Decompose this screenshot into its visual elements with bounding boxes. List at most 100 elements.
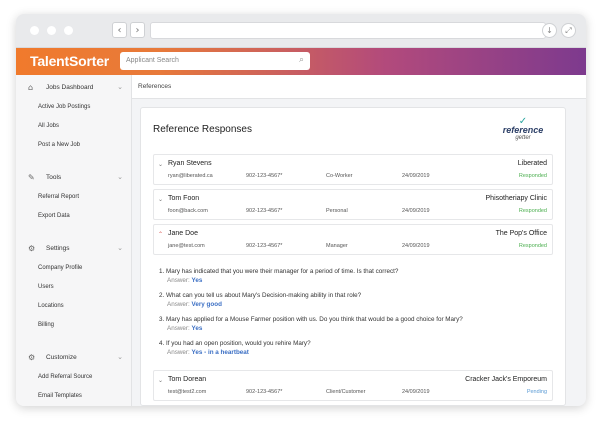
search-input[interactable]: Applicant Search ⌕: [120, 52, 310, 70]
brand-logo[interactable]: TalentSorter: [30, 53, 109, 69]
reference-email: foon@back.com: [168, 208, 208, 214]
status-badge: Responded: [518, 208, 547, 214]
home-icon: ⌂: [28, 82, 34, 92]
logo-word: reference: [502, 125, 544, 135]
reference-email: test@test2.com: [168, 389, 207, 395]
sidebar-item-export-data[interactable]: Export Data: [16, 206, 131, 225]
reference-phone: 902-123-4567*: [246, 243, 283, 249]
app-header: TalentSorter Applicant Search ⌕: [16, 48, 586, 75]
answer-prefix: Answer:: [167, 277, 190, 284]
reference-phone: 902-123-4567*: [246, 173, 283, 179]
reference-date: 24/09/2019: [402, 243, 430, 249]
download-icon[interactable]: ↓: [542, 23, 557, 38]
chevron-down-icon[interactable]: ⌄: [117, 83, 123, 91]
answer-line: Answer: Yes: [159, 277, 549, 292]
chevron-down-icon[interactable]: ⌄: [158, 377, 163, 384]
chevron-down-icon[interactable]: ⌄: [158, 196, 163, 203]
chevron-down-icon[interactable]: ⌄: [117, 244, 123, 252]
question-text: 4. If you had an open position, would yo…: [159, 340, 311, 347]
reference-getter-logo: ✓ reference getter: [497, 117, 549, 142]
sidebar-section-customize[interactable]: ⚙ Customize ⌄: [16, 347, 131, 367]
sidebar-item-locations[interactable]: Locations: [16, 296, 131, 315]
sidebar-section-label: Tools: [46, 173, 62, 181]
sidebar-item-referral-report[interactable]: Referral Report: [16, 187, 131, 206]
minimize-dot[interactable]: [47, 26, 56, 35]
reference-row[interactable]: ⌄ Ryan Stevens ryan@liberated.ca 902-123…: [153, 154, 553, 185]
sidebar-item-company-profile[interactable]: Company Profile: [16, 258, 131, 277]
sidebar-section-label: Settings: [46, 244, 70, 252]
chevron-down-icon[interactable]: ⌄: [117, 173, 123, 181]
reference-name: Jane Doe: [168, 230, 198, 237]
question-text: 1. Mary has indicated that you were thei…: [159, 268, 399, 275]
sidebar-item-billing[interactable]: Billing: [16, 315, 131, 334]
browser-actions: ↓ ⤢: [542, 23, 576, 38]
logo-sub: getter: [515, 135, 531, 141]
sidebar-section-settings[interactable]: ⚙ Settings ⌄: [16, 238, 131, 258]
reference-row-expanded[interactable]: ⌃ Jane Doe jane@test.com 902-123-4567* M…: [153, 224, 553, 255]
reference-name: Ryan Stevens: [168, 160, 212, 167]
reference-responses-card: Reference Responses ✓ reference getter ⌄…: [140, 107, 566, 406]
wrench-icon: ✎: [28, 172, 35, 182]
reference-relation: Co-Worker: [326, 173, 353, 179]
back-arrow-icon[interactable]: ‹: [112, 22, 127, 38]
window-controls: [30, 26, 73, 35]
reference-phone: 902-123-4567*: [246, 389, 283, 395]
sidebar-section-jobs-dashboard[interactable]: ⌂ Jobs Dashboard ⌄: [16, 77, 131, 97]
gear-icon: ⚙: [28, 243, 36, 253]
question-text: 2. What can you tell us about Mary's Dec…: [159, 292, 362, 299]
browser-chrome: ‹ › ↓ ⤢: [16, 14, 586, 48]
sidebar-section-label: Customize: [46, 353, 77, 361]
reference-relation: Manager: [326, 243, 348, 249]
sidebar-section-tools[interactable]: ✎ Tools ⌄: [16, 167, 131, 187]
nav-buttons: ‹ ›: [112, 22, 145, 38]
search-placeholder: Applicant Search: [126, 57, 179, 64]
sidebar: ⌂ Jobs Dashboard ⌄ Active Job Postings A…: [16, 75, 132, 406]
status-badge: Responded: [518, 173, 547, 179]
answer-prefix: Answer:: [167, 349, 190, 356]
reference-date: 24/09/2019: [402, 173, 430, 179]
sidebar-item-users[interactable]: Users: [16, 277, 131, 296]
reference-company: The Pop's Office: [495, 230, 547, 237]
browser-window: ‹ › ↓ ⤢ TalentSorter Applicant Search ⌕ …: [16, 14, 586, 406]
reference-phone: 902-123-4567*: [246, 208, 283, 214]
reference-company: Phisotheriapy Clinic: [485, 195, 547, 202]
sidebar-section-label: Jobs Dashboard: [46, 83, 94, 91]
sidebar-item-post-a-new-job[interactable]: Post a New Job: [16, 135, 131, 154]
breadcrumb-item[interactable]: References: [138, 83, 171, 90]
reference-company: Liberated: [517, 160, 547, 167]
reference-relation: Personal: [326, 208, 348, 214]
reference-email: ryan@liberated.ca: [168, 173, 213, 179]
chevron-up-icon[interactable]: ⌃: [158, 231, 163, 238]
answer-value: Very good: [191, 301, 222, 308]
answer-line: Answer: Yes - in a heartbeat: [159, 349, 549, 364]
answer-prefix: Answer:: [167, 301, 190, 308]
forward-arrow-icon[interactable]: ›: [130, 22, 145, 38]
chevron-down-icon[interactable]: ⌄: [158, 161, 163, 168]
status-badge: Pending: [526, 389, 547, 395]
close-dot[interactable]: [30, 26, 39, 35]
answer-value: Yes: [191, 325, 203, 332]
reference-company: Cracker Jack's Emporeum: [465, 376, 547, 383]
address-bar[interactable]: [150, 22, 546, 39]
reference-date: 24/09/2019: [402, 208, 430, 214]
chevron-down-icon[interactable]: ⌄: [117, 353, 123, 361]
status-badge: Responded: [518, 243, 547, 249]
gear-icon: ⚙: [28, 352, 36, 362]
reference-row[interactable]: ⌄ Tom Dorean test@test2.com 902-123-4567…: [153, 370, 553, 401]
page-title: Reference Responses: [153, 124, 252, 135]
search-icon[interactable]: ⌕: [299, 55, 304, 65]
breadcrumb: References: [132, 75, 586, 99]
sidebar-item-email-templates[interactable]: Email Templates: [16, 386, 131, 405]
answer-prefix: Answer:: [167, 325, 190, 332]
sidebar-item-all-jobs[interactable]: All Jobs: [16, 116, 131, 135]
sidebar-item-active-job-postings[interactable]: Active Job Postings: [16, 97, 131, 116]
reference-relation: Client/Customer: [326, 389, 366, 395]
reference-answers: 1. Mary has indicated that you were thei…: [159, 268, 549, 364]
reference-row[interactable]: ⌄ Tom Foon foon@back.com 902-123-4567* P…: [153, 189, 553, 220]
expand-icon[interactable]: ⤢: [561, 23, 576, 38]
question-text: 3. Mary has applied for a Mouse Farmer p…: [159, 316, 463, 323]
answer-line: Answer: Very good: [159, 301, 549, 316]
sidebar-item-add-referral-source[interactable]: Add Referral Source: [16, 367, 131, 386]
answer-line: Answer: Yes: [159, 325, 549, 340]
maximize-dot[interactable]: [64, 26, 73, 35]
